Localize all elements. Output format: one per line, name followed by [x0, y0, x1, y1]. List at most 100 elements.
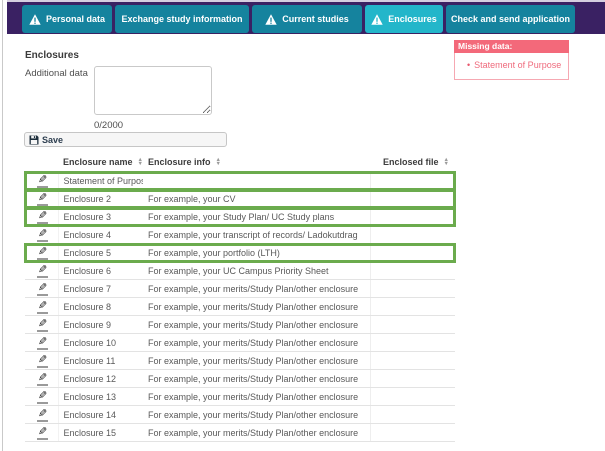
- table-row: ✎ Enclosure 6 For example, your UC Campu…: [25, 262, 455, 280]
- nav-tab[interactable]: Check and send application: [446, 5, 575, 33]
- table-row: ✎ Enclosure 5 For example, your portfoli…: [25, 244, 455, 262]
- sort-icon[interactable]: ▲▼: [444, 158, 449, 166]
- tab-label: Exchange study information: [121, 14, 242, 24]
- enclosed-file-cell: [370, 424, 455, 442]
- enclosure-name-cell: Enclosure 12: [58, 370, 143, 388]
- enclosure-name-cell: Enclosure 15: [58, 424, 143, 442]
- warning-icon: [265, 14, 277, 25]
- enclosure-info-cell: For example, your merits/Study Plan/othe…: [143, 370, 370, 388]
- pencil-icon: ✎: [38, 283, 47, 293]
- table-row: ✎ Enclosure 9 For example, your merits/S…: [25, 316, 455, 334]
- edit-button[interactable]: ✎: [37, 192, 48, 206]
- nav-tab[interactable]: Enclosures: [365, 5, 443, 33]
- table-row: ✎ Enclosure 4 For example, your transcri…: [25, 226, 455, 244]
- enclosure-name-cell: Enclosure 13: [58, 388, 143, 406]
- table-row: ✎ Enclosure 2 For example, your CV: [25, 190, 455, 208]
- edit-button[interactable]: ✎: [37, 246, 48, 260]
- additional-data-label: Additional data: [25, 68, 88, 79]
- enclosed-file-cell: [370, 298, 455, 316]
- enclosure-info-cell: For example, your merits/Study Plan/othe…: [143, 406, 370, 424]
- edit-button[interactable]: ✎: [37, 426, 48, 440]
- bullet-icon: •: [467, 60, 470, 70]
- enclosed-file-cell: [370, 244, 455, 262]
- edit-button[interactable]: ✎: [37, 372, 48, 386]
- enclosures-table: Enclosure name ▲▼ Enclosure info ▲▼ Encl…: [25, 154, 455, 442]
- enclosed-file-cell: [370, 280, 455, 298]
- enclosed-file-header[interactable]: Enclosed file ▲▼: [370, 154, 455, 172]
- table-header-row: Enclosure name ▲▼ Enclosure info ▲▼ Encl…: [25, 154, 455, 172]
- enclosed-file-cell: [370, 190, 455, 208]
- sort-icon[interactable]: ▲▼: [216, 158, 221, 166]
- missing-item-label: Statement of Purpose: [474, 60, 561, 70]
- missing-data-list: • Statement of Purpose: [454, 53, 569, 80]
- edit-button[interactable]: ✎: [37, 228, 48, 242]
- enclosure-name-cell: Enclosure 3: [58, 208, 143, 226]
- enclosure-info-cell: For example, your Study Plan/ UC Study p…: [143, 208, 370, 226]
- tab-label: Personal data: [46, 14, 105, 24]
- enclosure-name-cell: Enclosure 7: [58, 280, 143, 298]
- table-row: ✎ Enclosure 11 For example, your merits/…: [25, 352, 455, 370]
- tab-label: Check and send application: [451, 14, 570, 24]
- enclosure-info-cell: For example, your portfolio (LTH): [143, 244, 370, 262]
- enclosure-name-cell: Enclosure 8: [58, 298, 143, 316]
- enclosure-info-cell: For example, your merits/Study Plan/othe…: [143, 298, 370, 316]
- tab-label: Current studies: [282, 14, 349, 24]
- enclosure-name-cell: Statement of Purpose: [58, 172, 143, 190]
- enclosure-info-cell: For example, your merits/Study Plan/othe…: [143, 316, 370, 334]
- enclosure-info-cell: For example, your merits/Study Plan/othe…: [143, 352, 370, 370]
- warning-icon: [29, 14, 41, 25]
- save-button-label: Save: [42, 135, 63, 145]
- additional-data-textarea[interactable]: [94, 66, 212, 115]
- table-row: ✎ Statement of Purpose: [25, 172, 455, 190]
- pencil-icon: ✎: [38, 211, 47, 221]
- enclosure-info-cell: For example, your UC Campus Priority She…: [143, 262, 370, 280]
- edit-column-header: [25, 154, 58, 172]
- pencil-icon: ✎: [38, 175, 47, 185]
- pencil-icon: ✎: [38, 355, 47, 365]
- edit-button[interactable]: ✎: [37, 282, 48, 296]
- enclosed-file-cell: [370, 316, 455, 334]
- pencil-icon: ✎: [38, 373, 47, 383]
- edit-button[interactable]: ✎: [37, 336, 48, 350]
- edit-button[interactable]: ✎: [37, 408, 48, 422]
- edit-button[interactable]: ✎: [37, 390, 48, 404]
- enclosure-name-cell: Enclosure 14: [58, 406, 143, 424]
- nav-tab[interactable]: Exchange study information: [115, 5, 249, 33]
- char-counter: 0/2000: [94, 120, 123, 131]
- window-edge-line: [2, 0, 3, 451]
- table-row: ✎ Enclosure 13 For example, your merits/…: [25, 388, 455, 406]
- enclosure-name-cell: Enclosure 11: [58, 352, 143, 370]
- enclosed-file-cell: [370, 208, 455, 226]
- enclosed-file-cell: [370, 172, 455, 190]
- page-title: Enclosures: [25, 50, 79, 61]
- enclosure-info-cell: For example, your merits/Study Plan/othe…: [143, 388, 370, 406]
- save-icon: [29, 135, 39, 145]
- pencil-icon: ✎: [38, 319, 47, 329]
- pencil-icon: ✎: [38, 229, 47, 239]
- table-row: ✎ Enclosure 12 For example, your merits/…: [25, 370, 455, 388]
- enclosed-file-cell: [370, 370, 455, 388]
- enclosure-name-header[interactable]: Enclosure name ▲▼: [58, 154, 143, 172]
- table-row: ✎ Enclosure 3 For example, your Study Pl…: [25, 208, 455, 226]
- edit-button[interactable]: ✎: [37, 174, 48, 188]
- enclosure-info-header-label: Enclosure info: [148, 157, 211, 167]
- pencil-icon: ✎: [38, 391, 47, 401]
- table-row: ✎ Enclosure 7 For example, your merits/S…: [25, 280, 455, 298]
- edit-button[interactable]: ✎: [37, 300, 48, 314]
- nav-tab[interactable]: Current studies: [252, 5, 362, 33]
- table-row: ✎ Enclosure 10 For example, your merits/…: [25, 334, 455, 352]
- edit-button[interactable]: ✎: [37, 264, 48, 278]
- enclosure-name-cell: Enclosure 4: [58, 226, 143, 244]
- enclosure-info-cell: For example, your merits/Study Plan/othe…: [143, 424, 370, 442]
- edit-button[interactable]: ✎: [37, 354, 48, 368]
- edit-button[interactable]: ✎: [37, 210, 48, 224]
- enclosed-file-cell: [370, 352, 455, 370]
- pencil-icon: ✎: [38, 193, 47, 203]
- edit-button[interactable]: ✎: [37, 318, 48, 332]
- sort-icon[interactable]: ▲▼: [138, 158, 143, 166]
- enclosure-info-cell: For example, your CV: [143, 190, 370, 208]
- missing-data-item[interactable]: • Statement of Purpose: [467, 60, 564, 70]
- save-button[interactable]: Save: [24, 132, 227, 147]
- nav-tab[interactable]: Personal data: [22, 5, 112, 33]
- enclosure-info-header[interactable]: Enclosure info ▲▼: [143, 154, 370, 172]
